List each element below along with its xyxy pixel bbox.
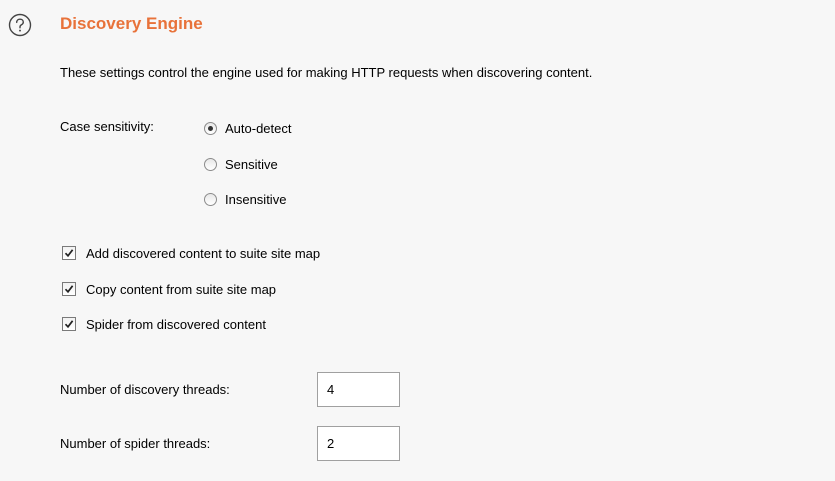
radio-button[interactable] — [204, 192, 217, 206]
section-description: These settings control the engine used f… — [60, 65, 593, 80]
checkbox[interactable] — [62, 317, 76, 331]
radio-button[interactable] — [204, 121, 217, 135]
checkbox[interactable] — [62, 282, 76, 296]
checkbox-label: Copy content from suite site map — [86, 281, 277, 297]
section-title: Discovery Engine — [60, 14, 203, 33]
radio-label: Sensitive — [225, 156, 278, 172]
spider-threads-input[interactable] — [317, 426, 400, 461]
radio-button[interactable] — [204, 157, 217, 171]
checkbox[interactable] — [62, 246, 76, 260]
radio-insensitive[interactable]: Insensitive — [204, 190, 286, 208]
radio-label: Insensitive — [225, 191, 287, 207]
checkbox-label: Add discovered content to suite site map — [86, 245, 321, 261]
checkbox-spider-from-content[interactable]: Spider from discovered content — [62, 315, 266, 333]
radio-sensitive[interactable]: Sensitive — [204, 155, 278, 173]
check-mark-icon — [64, 285, 74, 294]
checkbox-copy-from-site-map[interactable]: Copy content from suite site map — [62, 280, 276, 298]
case-sensitivity-label: Case sensitivity: — [60, 119, 154, 134]
spider-threads-label: Number of spider threads: — [60, 436, 211, 451]
discovery-threads-label: Number of discovery threads: — [60, 382, 230, 397]
discovery-engine-panel: Discovery Engine These settings control … — [0, 0, 835, 481]
check-mark-icon — [64, 249, 74, 258]
radio-label: Auto-detect — [225, 120, 292, 136]
checkbox-label: Spider from discovered content — [86, 316, 266, 332]
radio-auto-detect[interactable]: Auto-detect — [204, 119, 292, 137]
checkbox-add-to-site-map[interactable]: Add discovered content to suite site map — [62, 244, 320, 262]
discovery-threads-input[interactable] — [317, 372, 400, 407]
check-mark-icon — [64, 320, 74, 329]
help-icon[interactable] — [8, 13, 32, 37]
